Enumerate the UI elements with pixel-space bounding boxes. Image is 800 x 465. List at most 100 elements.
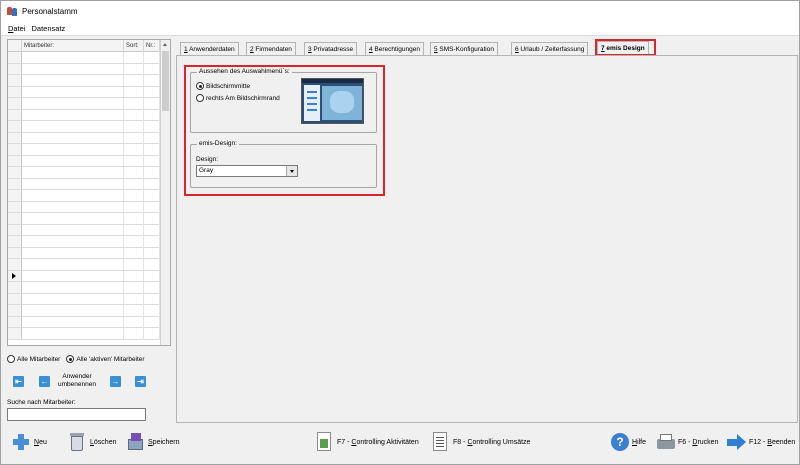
- table-row[interactable]: [8, 224, 160, 236]
- table-row[interactable]: [8, 305, 160, 317]
- table-row[interactable]: [8, 328, 160, 340]
- row-selector[interactable]: [8, 224, 22, 235]
- tab-firmendaten[interactable]: 2 Firmendaten: [246, 42, 296, 55]
- table-row[interactable]: [8, 190, 160, 202]
- delete-button[interactable]: Löschen: [67, 430, 116, 454]
- table-row[interactable]: [8, 259, 160, 271]
- table-cell[interactable]: [144, 270, 160, 281]
- table-row[interactable]: [8, 52, 160, 64]
- row-selector[interactable]: [8, 109, 22, 120]
- table-row[interactable]: [8, 247, 160, 259]
- table-cell[interactable]: [22, 144, 124, 155]
- table-cell[interactable]: [144, 144, 160, 155]
- table-cell[interactable]: [144, 121, 160, 132]
- table-cell[interactable]: [144, 328, 160, 339]
- menu-datensatz[interactable]: Datensatz: [29, 24, 69, 33]
- tab-privatadresse[interactable]: 3 Privatadresse: [304, 42, 358, 55]
- row-selector[interactable]: [8, 247, 22, 258]
- row-selector[interactable]: [8, 316, 22, 327]
- table-cell[interactable]: [124, 224, 144, 235]
- table-cell[interactable]: [124, 190, 144, 201]
- row-selector[interactable]: [8, 328, 22, 339]
- table-cell[interactable]: [22, 190, 124, 201]
- row-selector[interactable]: [8, 293, 22, 304]
- grid-scrollbar[interactable]: [160, 40, 170, 345]
- table-row[interactable]: [8, 270, 160, 282]
- table-cell[interactable]: [22, 52, 124, 63]
- row-selector[interactable]: [8, 132, 22, 143]
- table-row[interactable]: [8, 282, 160, 294]
- table-cell[interactable]: [144, 247, 160, 258]
- table-cell[interactable]: [22, 259, 124, 270]
- controlling-activities-button[interactable]: F7 - Controlling Aktivitäten: [314, 430, 419, 454]
- table-cell[interactable]: [22, 121, 124, 132]
- column-header-sort[interactable]: Sort:: [124, 40, 144, 52]
- table-row[interactable]: [8, 86, 160, 98]
- table-cell[interactable]: [144, 282, 160, 293]
- table-cell[interactable]: [22, 213, 124, 224]
- row-selector[interactable]: [8, 270, 22, 281]
- table-cell[interactable]: [124, 109, 144, 120]
- table-cell[interactable]: [144, 213, 160, 224]
- radio-active-employees[interactable]: [66, 355, 75, 363]
- table-row[interactable]: [8, 75, 160, 87]
- table-cell[interactable]: [22, 75, 124, 86]
- radio-all-employees[interactable]: [7, 355, 15, 363]
- table-cell[interactable]: [124, 247, 144, 258]
- row-selector[interactable]: [8, 178, 22, 189]
- menu-datei[interactable]: Datei: [5, 24, 29, 33]
- table-cell[interactable]: [144, 236, 160, 247]
- row-selector[interactable]: [8, 98, 22, 109]
- table-cell[interactable]: [22, 167, 124, 178]
- table-cell[interactable]: [22, 293, 124, 304]
- table-row[interactable]: [8, 132, 160, 144]
- table-cell[interactable]: [144, 52, 160, 63]
- row-selector[interactable]: [8, 86, 22, 97]
- table-row[interactable]: [8, 167, 160, 179]
- table-cell[interactable]: [144, 86, 160, 97]
- tab-berechtigungen[interactable]: 4 Berechtigungen: [365, 42, 424, 55]
- table-cell[interactable]: [22, 201, 124, 212]
- tab-urlaub-zeiterfassung[interactable]: 6 Urlaub / Zeiterfassung: [511, 42, 589, 55]
- table-cell[interactable]: [124, 236, 144, 247]
- table-cell[interactable]: [124, 75, 144, 86]
- table-row[interactable]: [8, 144, 160, 156]
- row-selector[interactable]: [8, 236, 22, 247]
- employee-grid[interactable]: Mitarbeiter: Sort: Nr.:: [7, 39, 171, 346]
- employee-search-input[interactable]: [7, 408, 146, 421]
- table-row[interactable]: [8, 293, 160, 305]
- scroll-up-arrow-icon[interactable]: [161, 40, 170, 50]
- last-record-icon[interactable]: ⇥: [135, 376, 146, 387]
- table-cell[interactable]: [124, 305, 144, 316]
- table-row[interactable]: [8, 63, 160, 75]
- column-header-nr[interactable]: Nr.:: [144, 40, 160, 52]
- row-selector[interactable]: [8, 213, 22, 224]
- table-cell[interactable]: [124, 121, 144, 132]
- table-cell[interactable]: [124, 98, 144, 109]
- table-cell[interactable]: [124, 293, 144, 304]
- table-cell[interactable]: [124, 213, 144, 224]
- table-cell[interactable]: [144, 155, 160, 166]
- filter-active-employees[interactable]: Alle 'aktiven' Mitarbeiter: [66, 355, 145, 363]
- table-cell[interactable]: [144, 167, 160, 178]
- table-cell[interactable]: [22, 316, 124, 327]
- table-cell[interactable]: [144, 201, 160, 212]
- table-cell[interactable]: [124, 316, 144, 327]
- table-cell[interactable]: [144, 75, 160, 86]
- table-row[interactable]: [8, 213, 160, 225]
- table-cell[interactable]: [124, 86, 144, 97]
- table-cell[interactable]: [144, 305, 160, 316]
- table-cell[interactable]: [124, 132, 144, 143]
- table-cell[interactable]: [22, 328, 124, 339]
- table-cell[interactable]: [22, 132, 124, 143]
- table-cell[interactable]: [22, 86, 124, 97]
- table-row[interactable]: [8, 316, 160, 328]
- table-cell[interactable]: [144, 224, 160, 235]
- save-button[interactable]: Speichern: [125, 430, 180, 454]
- tab-sms-konfiguration[interactable]: 5 SMS-Konfiguration: [430, 42, 498, 55]
- table-cell[interactable]: [22, 236, 124, 247]
- table-cell[interactable]: [144, 178, 160, 189]
- table-cell[interactable]: [22, 247, 124, 258]
- row-selector[interactable]: [8, 155, 22, 166]
- table-row[interactable]: [8, 121, 160, 133]
